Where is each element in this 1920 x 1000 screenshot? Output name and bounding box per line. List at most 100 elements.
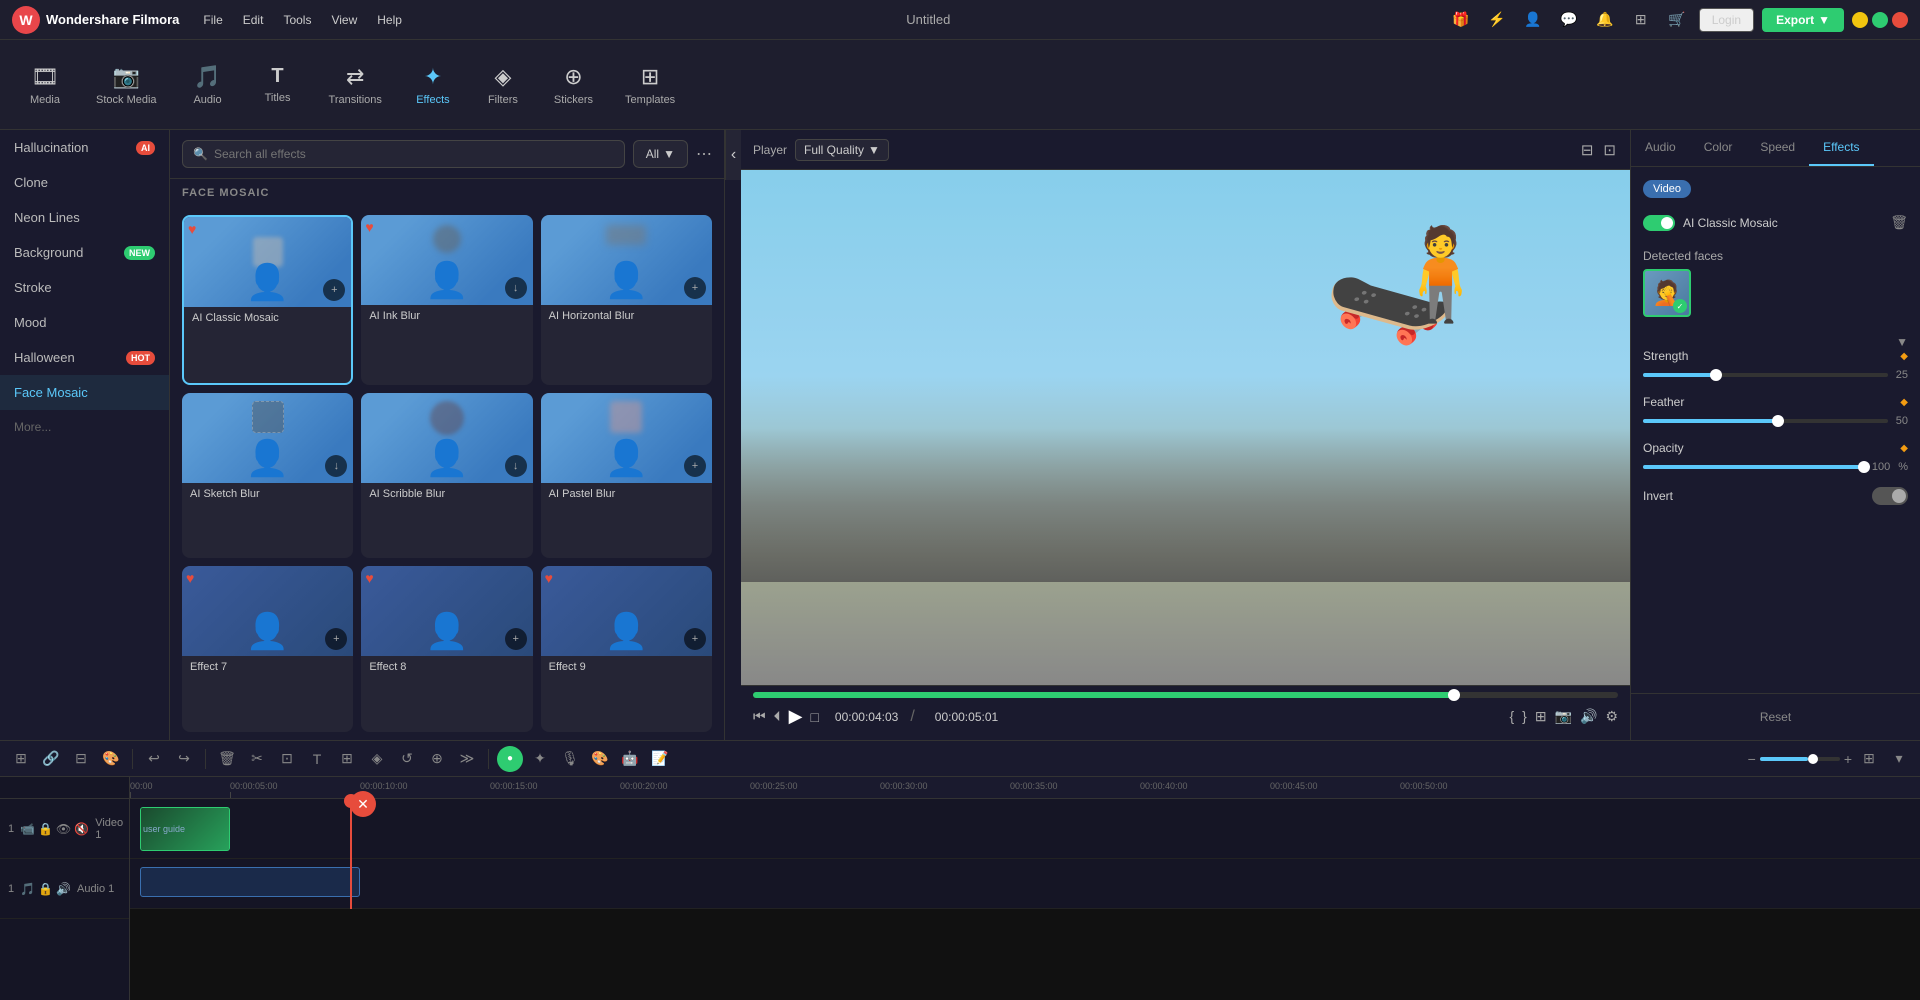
menu-tools[interactable]: Tools	[275, 9, 319, 31]
tool-transitions[interactable]: ⇄ Transitions	[313, 56, 398, 114]
sidebar-item-more[interactable]: More...	[0, 410, 169, 444]
strength-track[interactable]	[1643, 373, 1888, 377]
invert-toggle[interactable]	[1872, 487, 1908, 505]
effect-card-ai-scribble-blur[interactable]: 👤 ↓ AI Scribble Blur	[361, 393, 532, 559]
track-video-icon[interactable]: 📹	[20, 822, 35, 836]
audio-clip-1[interactable]	[140, 867, 360, 897]
tool-titles[interactable]: T Titles	[243, 57, 313, 112]
login-button[interactable]: Login	[1699, 8, 1754, 32]
zoom-knob[interactable]	[1808, 754, 1818, 764]
split-view-icon[interactable]: ⊟	[1579, 139, 1596, 161]
keyframe-start-icon[interactable]: {	[1509, 708, 1514, 725]
export-button[interactable]: Export ▼	[1762, 8, 1844, 32]
effect-card-ai-sketch-blur[interactable]: 👤 ↓ AI Sketch Blur	[182, 393, 353, 559]
speech-icon[interactable]: 💬	[1555, 6, 1583, 34]
add-effect-button-7[interactable]: +	[325, 628, 347, 650]
sidebar-item-background[interactable]: Background NEW	[0, 235, 169, 270]
filter-button[interactable]: All ▼	[633, 140, 688, 168]
tl-grid-btn[interactable]: ⊞	[1856, 746, 1882, 772]
tl-subtitle-btn[interactable]: 📝	[647, 746, 673, 772]
gift-icon[interactable]: 🎁	[1447, 6, 1475, 34]
tool-effects[interactable]: ✦ Effects	[398, 56, 468, 114]
tl-link-btn[interactable]: 🔗	[38, 746, 64, 772]
strength-keyframe-icon[interactable]: ◆	[1900, 351, 1908, 362]
add-effect-button-9[interactable]: +	[684, 628, 706, 650]
add-effect-button-3[interactable]: +	[684, 277, 706, 299]
sidebar-item-hallucination[interactable]: Hallucination AI	[0, 130, 169, 165]
tl-delete-btn[interactable]: 🗑	[214, 746, 240, 772]
settings-icon[interactable]: ⚙	[1605, 708, 1618, 725]
face-thumb-1[interactable]: 🤦 ✓	[1643, 269, 1691, 317]
tl-crop-btn[interactable]: ⊡	[274, 746, 300, 772]
loop-icon[interactable]: □	[810, 709, 818, 725]
tool-stickers[interactable]: ⊕ Stickers	[538, 56, 609, 114]
zoom-out-icon[interactable]: −	[1748, 751, 1756, 767]
snapshot-icon[interactable]: 📷	[1555, 708, 1572, 725]
grid-icon[interactable]: ⊞	[1627, 6, 1655, 34]
menu-help[interactable]: Help	[369, 9, 410, 31]
feather-knob[interactable]	[1772, 415, 1784, 427]
delete-effect-icon[interactable]: 🗑	[1890, 214, 1908, 231]
progress-bar[interactable]	[753, 692, 1618, 698]
zoom-in-icon[interactable]: +	[1844, 751, 1852, 767]
add-effect-button-8[interactable]: +	[505, 628, 527, 650]
keyframe-end-icon[interactable]: }	[1522, 708, 1527, 725]
track-eye-icon[interactable]: 👁	[56, 822, 71, 836]
minimize-button[interactable]	[1852, 12, 1868, 28]
opacity-track[interactable]	[1643, 465, 1864, 469]
search-input[interactable]	[214, 147, 614, 161]
frame-back-icon[interactable]: ⏴	[774, 708, 781, 725]
track-lock2-icon[interactable]: 🔒	[38, 882, 53, 896]
download-effect-button-5[interactable]: ↓	[505, 455, 527, 477]
tl-color-btn[interactable]: 🎨	[98, 746, 124, 772]
fullscreen-icon[interactable]: ⊡	[1601, 139, 1618, 161]
cut-marker[interactable]: ✕	[350, 791, 376, 817]
effect-card-ai-classic-mosaic[interactable]: 👤 ♥ + AI Classic Mosaic	[182, 215, 353, 385]
tl-more-btn[interactable]: ≫	[454, 746, 480, 772]
effect-card-9[interactable]: ♥ 👤 + Effect 9	[541, 566, 712, 732]
feather-track[interactable]	[1643, 419, 1888, 423]
track-lock-icon[interactable]: 🔒	[38, 822, 53, 836]
add-to-timeline-icon[interactable]: ⊞	[1535, 708, 1547, 725]
tool-templates[interactable]: ⊞ Templates	[609, 56, 691, 114]
sidebar-item-stroke[interactable]: Stroke	[0, 270, 169, 305]
tool-audio[interactable]: 🎵 Audio	[173, 56, 243, 114]
sidebar-item-neon-lines[interactable]: Neon Lines	[0, 200, 169, 235]
opacity-keyframe-icon[interactable]: ◆	[1900, 443, 1908, 454]
skip-back-icon[interactable]: ⏮	[753, 708, 766, 725]
menu-view[interactable]: View	[323, 9, 365, 31]
tl-undo-btn[interactable]: ↩	[141, 746, 167, 772]
track-vol-icon[interactable]: 🔊	[56, 882, 71, 896]
tl-color2-btn[interactable]: ◈	[364, 746, 390, 772]
quality-select[interactable]: Full Quality ▼	[795, 139, 889, 161]
effect-card-ai-horizontal-blur[interactable]: 👤 + AI Horizontal Blur	[541, 215, 712, 385]
effect-card-ai-ink-blur[interactable]: 👤 ♥ ↓ AI Ink Blur	[361, 215, 532, 385]
tab-audio[interactable]: Audio	[1631, 130, 1690, 166]
track-mute-icon[interactable]: 🔇	[74, 822, 89, 836]
maximize-button[interactable]	[1872, 12, 1888, 28]
zoom-bar[interactable]	[1760, 757, 1840, 761]
opacity-knob[interactable]	[1858, 461, 1870, 473]
tl-more2-btn[interactable]: ▾	[1886, 746, 1912, 772]
tl-colormatch-btn[interactable]: 🎨	[587, 746, 613, 772]
sidebar-item-mood[interactable]: Mood	[0, 305, 169, 340]
progress-knob[interactable]	[1448, 689, 1460, 701]
volume-icon[interactable]: 🔊	[1580, 708, 1597, 725]
tool-stock-media[interactable]: 📷 Stock Media	[80, 56, 173, 114]
tl-add-track-btn[interactable]: ⊞	[8, 746, 34, 772]
effect-card-7[interactable]: ♥ 👤 + Effect 7	[182, 566, 353, 732]
close-button[interactable]	[1892, 12, 1908, 28]
more-options-button[interactable]: ⋯	[696, 144, 712, 164]
play-button[interactable]: ▶	[789, 706, 803, 727]
video-clip-1[interactable]: user guide	[140, 807, 230, 851]
strength-knob[interactable]	[1710, 369, 1722, 381]
tool-filters[interactable]: ◈ Filters	[468, 56, 538, 114]
timeline-scroll[interactable]: 00:00 00:00:05:00 00:00:10:00 00:00:15:0…	[130, 777, 1920, 1000]
add-effect-button-6[interactable]: +	[684, 455, 706, 477]
sidebar-item-face-mosaic[interactable]: Face Mosaic	[0, 375, 169, 410]
sidebar-item-halloween[interactable]: Halloween HOT	[0, 340, 169, 375]
tl-voice-btn[interactable]: 🎙	[557, 746, 583, 772]
tab-speed[interactable]: Speed	[1746, 130, 1809, 166]
lightning-icon[interactable]: ⚡	[1483, 6, 1511, 34]
tl-split-btn[interactable]: ✂	[244, 746, 270, 772]
